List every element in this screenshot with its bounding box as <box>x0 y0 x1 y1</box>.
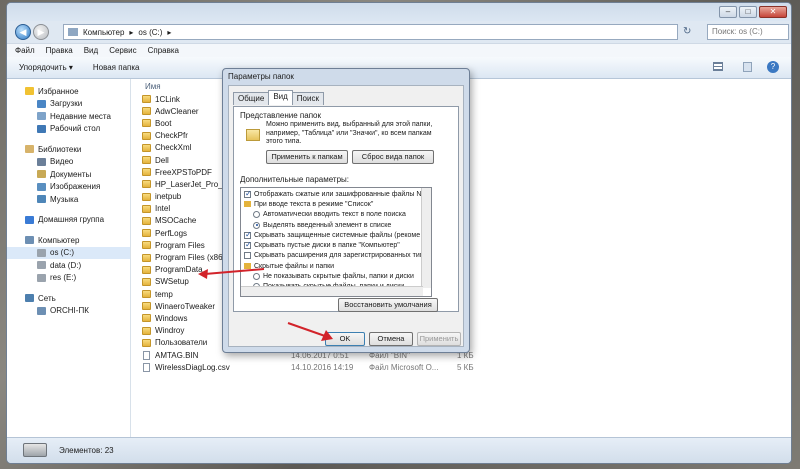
arrow-to-hidden-files <box>204 268 265 275</box>
arrowhead-left <box>198 269 208 279</box>
arrow-to-ok <box>287 322 326 337</box>
annotation-arrows <box>198 268 333 341</box>
